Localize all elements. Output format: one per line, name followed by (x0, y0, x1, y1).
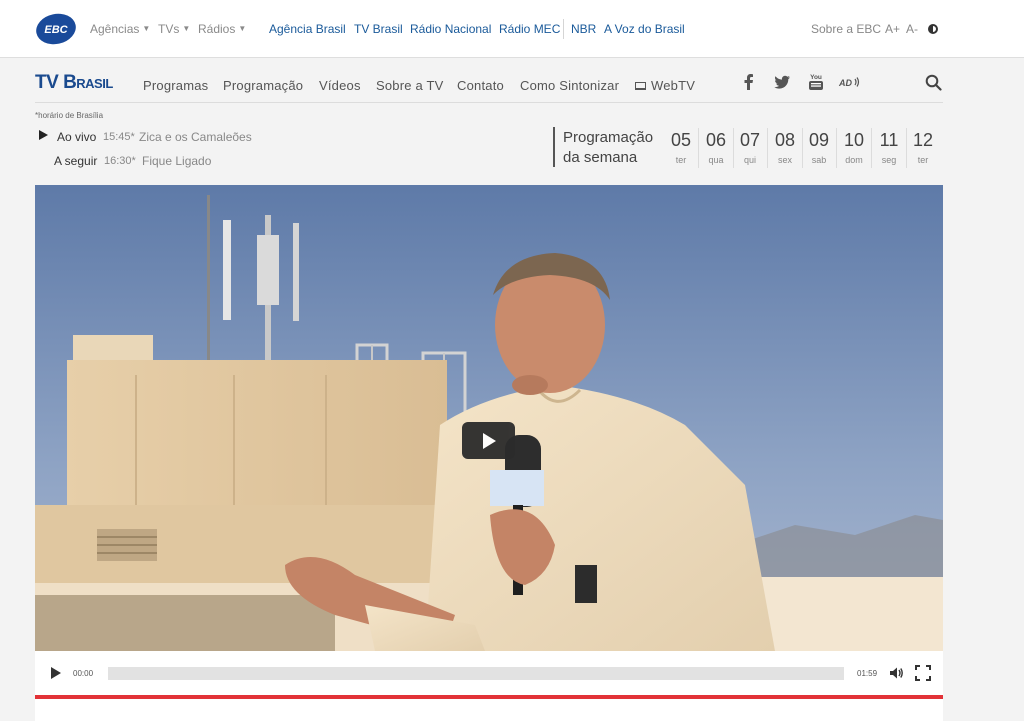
day-button[interactable]: 12 ter (906, 126, 940, 170)
ebc-logo[interactable]: EBC (35, 12, 77, 46)
fullscreen-icon[interactable] (915, 665, 931, 681)
sobre-ebc-link[interactable]: Sobre a EBC (811, 22, 881, 36)
day-button[interactable]: 05 ter (664, 126, 698, 170)
video-frame[interactable] (35, 185, 943, 651)
next-time: 16:30* (104, 155, 136, 167)
a-voz-do-brasil-link[interactable]: A Voz do Brasil (604, 22, 685, 36)
video-still (35, 185, 943, 651)
video-play-button[interactable] (462, 422, 515, 459)
agencia-brasil-link[interactable]: Agência Brasil (269, 22, 346, 36)
twitter-icon[interactable] (772, 72, 792, 92)
next-program-title[interactable]: Fique Ligado (142, 154, 211, 168)
tv-brasil-logo-sub: Brasil (63, 72, 113, 93)
live-time: 15:45* (103, 131, 135, 143)
search-icon[interactable] (925, 74, 942, 91)
radios-dropdown[interactable]: Rádios ▼ (198, 22, 246, 36)
play-icon[interactable] (51, 667, 61, 679)
laptop-icon (635, 82, 646, 90)
audio-description-icon[interactable]: AD (838, 72, 862, 92)
duration: 01:59 (857, 669, 878, 678)
tv-brasil-logo[interactable]: TV Brasil (35, 72, 113, 94)
audio-description-icon-text: AD (838, 78, 852, 88)
nav-divider (35, 102, 943, 103)
nav-como-sintonizar[interactable]: Como Sintonizar (520, 78, 619, 93)
nav-videos[interactable]: Vídeos (319, 78, 361, 93)
volume-icon[interactable] (888, 665, 904, 681)
content-area (35, 699, 943, 721)
player-controls: 00:00 01:59 (35, 651, 943, 695)
contrast-icon[interactable] (928, 24, 938, 34)
nav-sobre-a-tv[interactable]: Sobre a TV (376, 78, 444, 93)
next-label: A seguir (54, 154, 98, 168)
day-button[interactable]: 11 seg (872, 126, 906, 170)
agencias-dropdown[interactable]: Agências ▼ (90, 22, 150, 36)
radio-mec-link[interactable]: Rádio MEC (499, 22, 560, 36)
live-play-icon (39, 130, 48, 140)
ebc-logo-text: EBC (44, 24, 68, 36)
font-decrease-button[interactable]: A- (906, 22, 918, 36)
day-button[interactable]: 10 dom (837, 126, 871, 170)
nav-contato[interactable]: Contato (457, 78, 504, 93)
youtube-icon-text: You (810, 74, 822, 81)
facebook-icon[interactable] (739, 72, 759, 92)
nav-programacao[interactable]: Programação (223, 78, 303, 93)
font-increase-button[interactable]: A+ (885, 22, 900, 36)
day-button[interactable]: 07 qui (733, 126, 767, 170)
progress-track[interactable] (108, 667, 844, 680)
nbr-link[interactable]: NBR (571, 22, 596, 36)
youtube-icon[interactable]: You (806, 72, 826, 92)
tv-brasil-link[interactable]: TV Brasil (354, 22, 403, 36)
day-button[interactable]: 08 sex (768, 126, 802, 170)
day-button[interactable]: 09 sab (802, 126, 836, 170)
tvs-dropdown[interactable]: TVs ▼ (158, 22, 190, 36)
timezone-note: *horário de Brasília (35, 111, 104, 120)
day-button[interactable]: 06 qua (699, 126, 733, 170)
live-label: Ao vivo (57, 130, 97, 144)
live-program-title[interactable]: Zica e os Camaleões (139, 130, 252, 144)
ebc-top-bar: EBC Agências ▼ TVs ▼ Rádios ▼ Agência Brasi… (0, 0, 1024, 58)
week-schedule-title[interactable]: Programação da semana (563, 128, 653, 168)
current-time: 00:00 (73, 669, 94, 678)
nav-webtv[interactable]: WebTV (651, 78, 695, 93)
nav-programas[interactable]: Programas (143, 78, 208, 93)
top-divider (563, 19, 564, 39)
tv-brasil-logo-main: TV (35, 72, 59, 93)
schedule-divider (553, 127, 555, 167)
radio-nacional-link[interactable]: Rádio Nacional (410, 22, 491, 36)
